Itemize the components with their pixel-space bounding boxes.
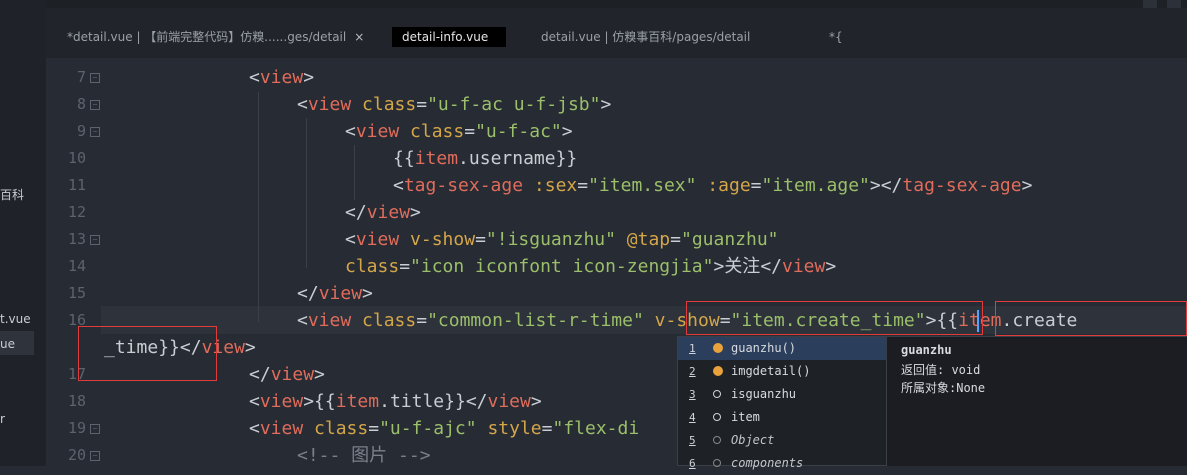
line-number: 8 — [76, 95, 86, 113]
project-panel: 百科 t.vue ue r — [0, 0, 46, 466]
object-icon — [713, 436, 721, 444]
project-item-fragment[interactable]: r — [0, 412, 5, 426]
line-number: 12 — [67, 203, 86, 221]
code-line-11[interactable]: <tag-sex-age :sex="item.sex" :age="item.… — [393, 172, 1032, 199]
variable-icon — [713, 413, 721, 421]
autocomplete-item[interactable]: 5 Object — [678, 429, 886, 452]
code-line-17[interactable]: </view> — [249, 361, 325, 388]
code-line-10[interactable]: {{item.username}} — [393, 145, 577, 172]
tab-label: detail.vue | 仿糗事百科/pages/detail — [541, 30, 751, 44]
project-item-fragment[interactable]: ue — [0, 337, 15, 351]
info-name: guanzhu — [901, 343, 952, 357]
info-owner: 所属对象:None — [901, 381, 986, 395]
line-number: 9 — [76, 122, 86, 140]
line-number: 14 — [67, 257, 86, 275]
code-line-12[interactable]: </view> — [345, 199, 421, 226]
autocomplete-item[interactable]: 2 imgdetail() — [678, 360, 886, 383]
tab-overflow[interactable]: *{ — [829, 27, 843, 47]
fold-icon[interactable]: − — [90, 451, 100, 461]
fold-icon[interactable]: − — [90, 235, 100, 245]
code-line-20[interactable]: <!-- 图片 --> — [297, 442, 431, 469]
code-line-7[interactable]: <view> — [249, 64, 314, 91]
tab-detail-info-vue[interactable]: detail-info.vue — [392, 27, 507, 47]
function-icon — [713, 343, 723, 353]
fold-icon[interactable]: − — [90, 424, 100, 434]
line-number: 10 — [67, 149, 86, 167]
tab-label: detail-info.vue — [402, 30, 489, 44]
indent-guide — [354, 145, 355, 200]
code-line-15[interactable]: </view> — [297, 280, 373, 307]
code-line-13[interactable]: <view v-show="!isguanzhu" @tap="guanzhu" — [345, 226, 779, 253]
line-gutter: 7 − 8 − 9 − 10 11 12 13 − 14 15 16 17 18… — [46, 58, 100, 466]
fold-icon[interactable]: − — [90, 100, 100, 110]
function-icon — [713, 366, 723, 376]
fold-icon[interactable]: − — [90, 73, 100, 83]
autocomplete-item[interactable]: 3 isguanzhu — [678, 383, 886, 406]
completion-info-panel: guanzhu 返回值: void 所属对象:None — [887, 336, 1187, 466]
tab-label: *{ — [829, 30, 843, 44]
line-number: 18 — [67, 392, 86, 410]
autocomplete-item[interactable]: 1 guanzhu() — [678, 337, 886, 360]
line-number: 20 — [67, 446, 86, 464]
text-cursor — [977, 310, 979, 332]
code-line-19[interactable]: <view class="u-f-ajc" style="flex-di — [249, 415, 639, 442]
tab-label: *detail.vue | 【前端完整代码】仿糗......ges/detail — [67, 30, 347, 44]
code-line-18[interactable]: <view>{{item.title}}</view> — [249, 388, 542, 415]
editor-tab-bar: *detail.vue | 【前端完整代码】仿糗......ges/detail… — [46, 0, 1187, 58]
autocomplete-popup[interactable]: 1 guanzhu() 2 imgdetail() 3 isguanzhu 4 item… — [677, 336, 887, 470]
variable-icon — [713, 390, 721, 398]
annotation-box — [78, 326, 217, 381]
window-button[interactable] — [1143, 0, 1157, 8]
code-line-9[interactable]: <view class="u-f-ac"> — [345, 118, 573, 145]
project-item-fragment[interactable]: 百科 — [0, 186, 24, 203]
title-strip — [46, 0, 1187, 8]
indent-guide — [258, 92, 259, 322]
project-item-fragment[interactable]: t.vue — [0, 312, 31, 326]
tab-detail-vue[interactable]: detail.vue | 仿糗事百科/pages/detail — [541, 27, 750, 47]
code-line-14[interactable]: class="icon iconfont icon-zengjia">关注</v… — [345, 253, 836, 280]
fold-icon[interactable]: − — [90, 127, 100, 137]
line-number: 11 — [67, 176, 86, 194]
line-number: 13 — [67, 230, 86, 248]
tab-detail-vue-modified[interactable]: *detail.vue | 【前端完整代码】仿糗......ges/detail… — [67, 27, 364, 47]
annotation-box — [995, 301, 1187, 336]
line-number: 19 — [67, 419, 86, 437]
line-number: 15 — [67, 284, 86, 302]
close-icon[interactable]: × — [354, 30, 364, 44]
window-button[interactable] — [1167, 0, 1181, 8]
info-return: 返回值: void — [901, 363, 981, 377]
indent-guide — [306, 118, 307, 268]
line-number: 7 — [76, 68, 86, 86]
autocomplete-item[interactable]: 6 components — [678, 452, 886, 475]
annotation-box — [686, 301, 983, 335]
autocomplete-item[interactable]: 4 item — [678, 406, 886, 429]
code-line-8[interactable]: <view class="u-f-ac u-f-jsb"> — [297, 91, 611, 118]
